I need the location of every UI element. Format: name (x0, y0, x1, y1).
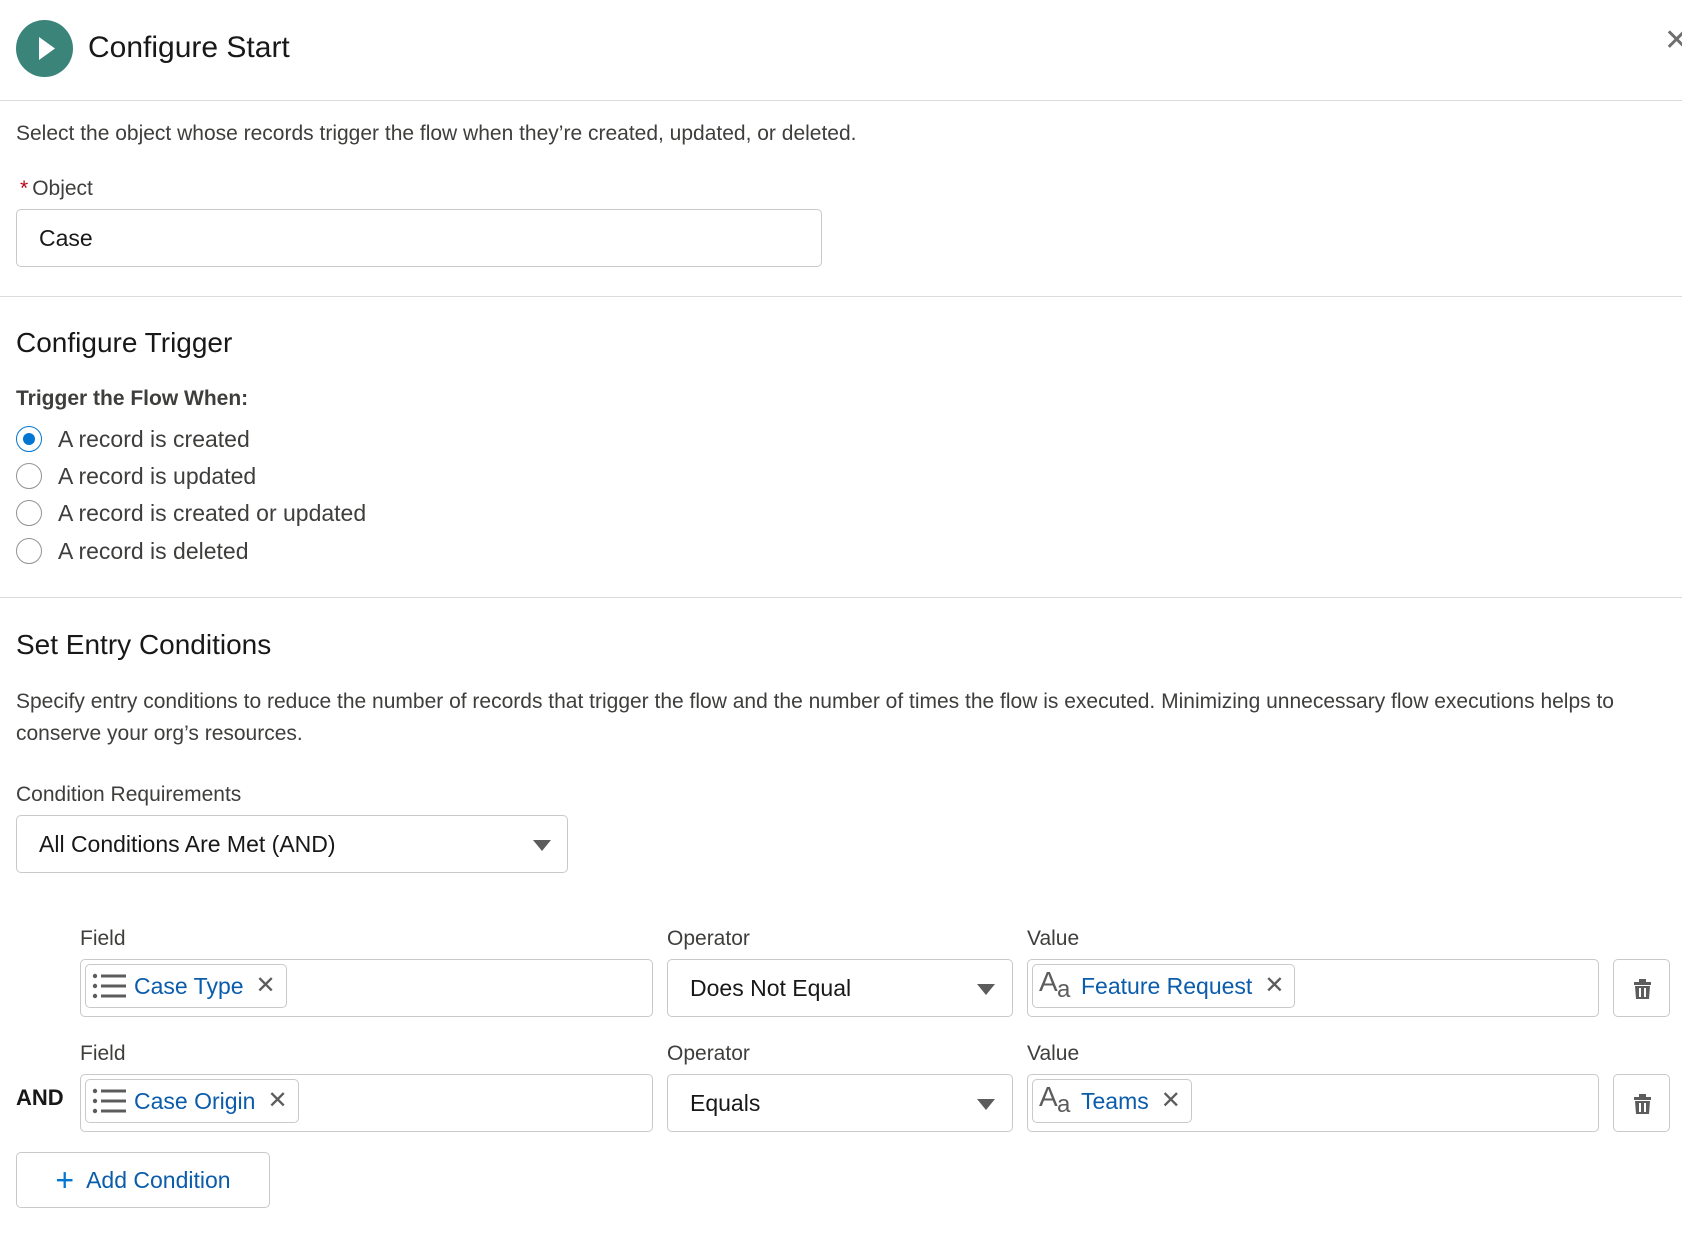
object-input-value: Case (39, 224, 93, 251)
field-input[interactable]: Case Origin ✕ (80, 1074, 653, 1132)
operator-label: Operator (667, 1042, 750, 1065)
remove-icon[interactable]: ✕ (267, 1089, 287, 1113)
value-pill[interactable]: Aa Feature Request ✕ (1032, 964, 1296, 1008)
operator-label: Operator (667, 927, 750, 950)
radio-button[interactable] (16, 500, 42, 526)
radio-label: A record is updated (58, 462, 257, 489)
field-label: Field (80, 1042, 126, 1065)
value-input[interactable]: Aa Feature Request ✕ (1027, 959, 1599, 1017)
field-input[interactable]: Case Type ✕ (80, 959, 653, 1017)
value-label: Value (1027, 927, 1080, 950)
condition-requirements-label: Condition Requirements (16, 783, 242, 806)
operator-value: Equals (690, 1089, 761, 1116)
remove-icon[interactable]: ✕ (1264, 974, 1284, 998)
field-pill-label: Case Origin (134, 1087, 256, 1114)
add-condition-label: Add Condition (86, 1166, 231, 1193)
radio-button[interactable] (16, 538, 42, 564)
radio-label: A record is created or updated (58, 499, 367, 526)
radio-label: A record is created (58, 425, 250, 452)
operator-select[interactable]: Equals (667, 1074, 1013, 1132)
operator-value: Does Not Equal (690, 974, 852, 1001)
radio-option-updated[interactable]: A record is updated (16, 460, 256, 492)
delete-condition-button[interactable] (1613, 959, 1670, 1017)
value-label: Value (1027, 1042, 1080, 1065)
object-label: * Object (20, 176, 93, 202)
field-pill[interactable]: Case Origin ✕ (85, 1079, 299, 1123)
radio-button[interactable] (16, 426, 42, 452)
section-divider (0, 296, 1682, 297)
field-pill[interactable]: Case Type ✕ (85, 964, 287, 1008)
object-input[interactable]: Case (16, 209, 822, 267)
object-label-text: Object (32, 177, 93, 200)
entry-conditions-description: Specify entry conditions to reduce the n… (16, 690, 1614, 745)
add-condition-button[interactable]: + Add Condition (16, 1152, 270, 1208)
value-pill-label: Teams (1081, 1087, 1149, 1114)
remove-icon[interactable]: ✕ (256, 974, 276, 998)
radio-option-created-or-updated[interactable]: A record is created or updated (16, 497, 366, 529)
text-type-icon: Aa (1039, 966, 1071, 1003)
chevron-down-icon (533, 840, 551, 851)
trigger-label: Trigger the Flow When: (16, 387, 249, 410)
trash-icon (1634, 979, 1651, 999)
radio-option-deleted[interactable]: A record is deleted (16, 535, 249, 567)
required-marker: * (20, 177, 29, 200)
operator-select[interactable]: Does Not Equal (667, 959, 1013, 1017)
plus-icon: + (55, 1162, 75, 1198)
field-label: Field (80, 927, 126, 950)
radio-option-created[interactable]: A record is created (16, 423, 250, 455)
section-divider (0, 597, 1682, 598)
remove-icon[interactable]: ✕ (1161, 1089, 1181, 1113)
play-icon (16, 20, 73, 77)
value-pill-label: Feature Request (1081, 972, 1253, 999)
delete-condition-button[interactable] (1613, 1074, 1670, 1132)
value-pill[interactable]: Aa Teams ✕ (1032, 1079, 1192, 1123)
radio-button[interactable] (16, 463, 42, 489)
condition-requirements-select[interactable]: All Conditions Are Met (AND) (16, 815, 568, 873)
list-icon (92, 973, 126, 999)
entry-conditions-title: Set Entry Conditions (16, 629, 272, 660)
list-icon (92, 1088, 126, 1114)
text-type-icon: Aa (1039, 1081, 1071, 1118)
trash-icon (1634, 1094, 1651, 1114)
field-pill-label: Case Type (134, 972, 244, 999)
radio-label: A record is deleted (58, 537, 249, 564)
chevron-down-icon (977, 984, 995, 995)
chevron-down-icon (977, 1099, 995, 1110)
value-input[interactable]: Aa Teams ✕ (1027, 1074, 1599, 1132)
modal-title: Configure Start (88, 31, 290, 64)
and-connector: AND (16, 1085, 64, 1110)
close-icon[interactable]: ✕ (1664, 26, 1682, 56)
object-description: Select the object whose records trigger … (16, 122, 857, 145)
configure-trigger-title: Configure Trigger (16, 327, 233, 358)
condition-requirements-value: All Conditions Are Met (AND) (39, 830, 336, 857)
